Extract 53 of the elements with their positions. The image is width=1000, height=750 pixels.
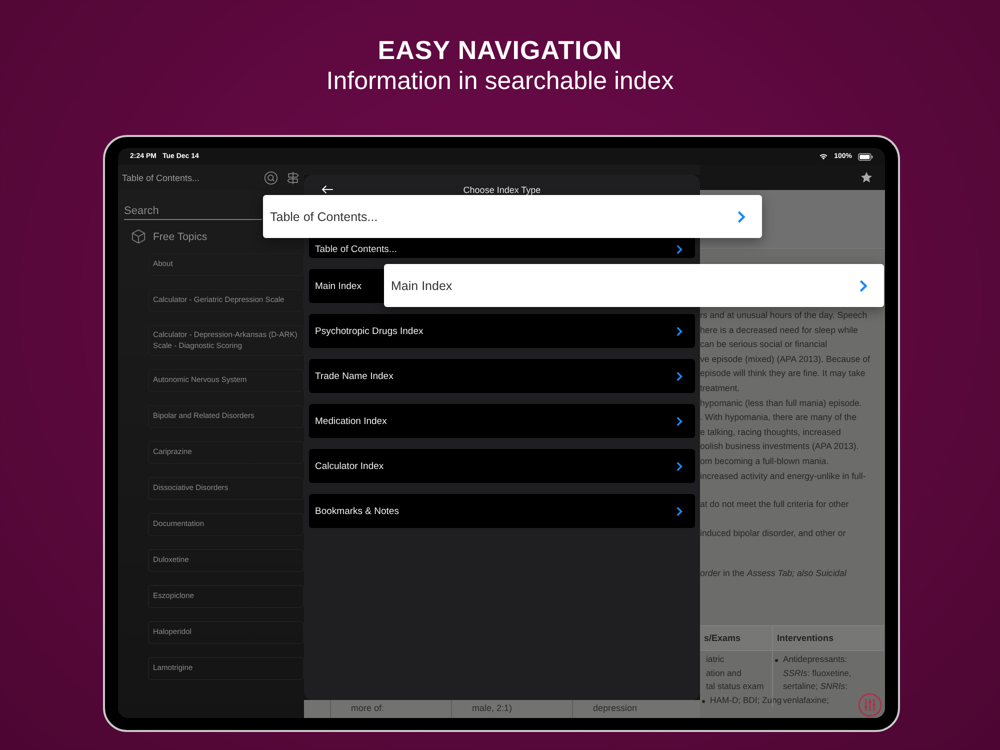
- table-cell: depression: [572, 700, 693, 718]
- table-text: tal status exam: [706, 680, 765, 694]
- article-text: ve episode (mixed) (APA 2013). Because of: [700, 352, 872, 366]
- wifi-icon: [819, 153, 828, 160]
- star-icon[interactable]: [860, 171, 873, 184]
- article-text: can be serious social or financial: [700, 338, 828, 352]
- article-text: rs and at unusual hours of the day. Speech: [700, 309, 868, 322]
- column-header: Interventions: [772, 626, 884, 651]
- headline-subtitle: Information in searchable index: [325, 66, 675, 96]
- table-cell: more of:: [330, 700, 451, 718]
- article-text: oolish business investments (APA 2013).: [700, 440, 860, 454]
- index-menu-item[interactable]: Medication Index: [309, 404, 695, 438]
- article-text: om becoming a full-blown mania.: [700, 454, 830, 468]
- index-menu-item[interactable]: Psychotropic Drugs Index: [309, 314, 695, 348]
- chevron-icon: [859, 278, 868, 292]
- index-option-tooltip[interactable]: Main Index: [384, 264, 884, 307]
- article-text: increased activity and energy-unlike in full-: [700, 470, 867, 483]
- table-text: iatric: [706, 653, 726, 666]
- index-menu-item[interactable]: Bookmarks & Notes: [309, 494, 695, 528]
- search-field[interactable]: Search: [124, 204, 262, 220]
- chevron-icon: [676, 416, 683, 426]
- article-text: here is a decreased need for sleep while: [700, 324, 859, 337]
- section-label: Free Topics: [153, 230, 208, 242]
- cube-icon: [131, 229, 146, 244]
- article-text: at do not meet the full criteria for other: [700, 498, 850, 512]
- article-text: induced bipolar disorder, and other or: [700, 526, 847, 540]
- chevron-icon: [676, 326, 683, 336]
- battery-icon: [858, 152, 873, 160]
- article-text: episode will think they are fine. It may take: [700, 367, 866, 380]
- index-menu-item[interactable]: Calculator Index: [309, 449, 695, 483]
- chevron-icon: [676, 460, 683, 472]
- table-text: Antidepressants: SSRIs: fluoxetine, sertaline; SNRIs: venlafaxine;: [783, 653, 852, 707]
- signpost-icon[interactable]: [286, 170, 300, 184]
- index-option-tooltip[interactable]: Table of Contents...: [263, 195, 762, 238]
- back-arrow-icon[interactable]: [321, 185, 334, 194]
- sidebar-title: Table of Contents...: [122, 172, 200, 182]
- article-text: treatment.: [700, 382, 741, 395]
- chevron-icon: [676, 370, 683, 382]
- headline-title: EASY NAVIGATION: [376, 34, 624, 66]
- table-cell: male, 2:1): [451, 700, 572, 718]
- article-text: hypomanic (less than full mania) episode.: [700, 396, 863, 410]
- article-text: . With hypomania, there are many of the: [700, 411, 858, 424]
- index-menu-item[interactable]: Trade Name Index: [309, 359, 695, 393]
- sliders-icon[interactable]: [858, 693, 882, 717]
- chevron-icon: [676, 244, 683, 255]
- table-text: ation and: [706, 666, 742, 680]
- column-header: s/Exams: [700, 626, 772, 651]
- search-icon[interactable]: [264, 170, 278, 184]
- chevron-icon: [737, 210, 746, 224]
- chevron-icon: [676, 506, 683, 516]
- article-text: order in the Assess Tab; also Suicidal: [700, 567, 848, 580]
- article-text: e talking, racing thoughts, increased: [700, 426, 842, 439]
- menu-title: Choose Index Type: [463, 184, 541, 194]
